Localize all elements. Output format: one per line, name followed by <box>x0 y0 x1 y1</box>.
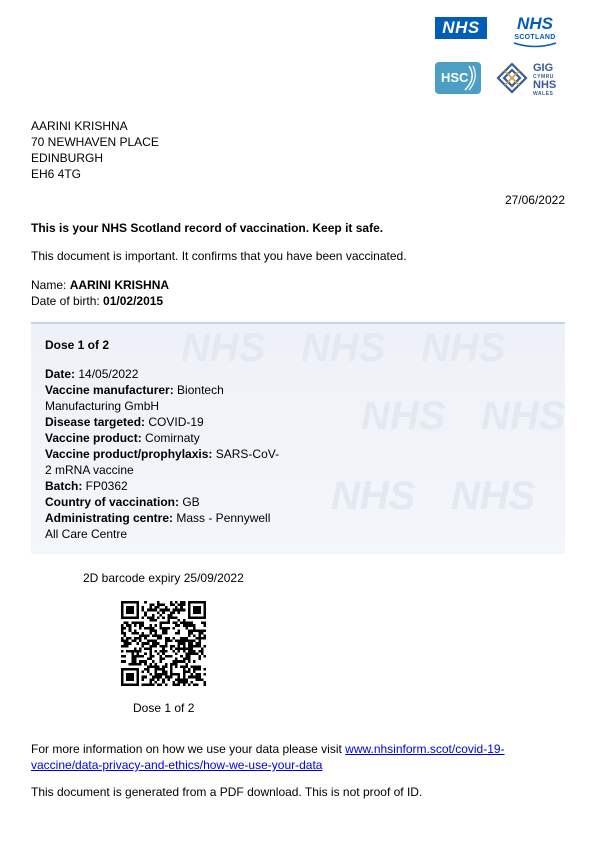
person-dob: 01/02/2015 <box>103 294 164 308</box>
watermark-text: NHS <box>301 326 386 370</box>
dose-record-panel: NHS NHS NHS NHS NHS NHS NHS Dose 1 of 2 … <box>31 322 565 554</box>
hsc-logo: HSC <box>435 62 481 94</box>
dose-field-value: GB <box>179 495 200 509</box>
dose-title: Dose 1 of 2 <box>45 338 110 352</box>
watermark-text: NHS <box>481 394 565 438</box>
dose-field-label: Administrating centre: <box>45 511 174 525</box>
dose-field-row: Vaccine product: Comirnaty <box>45 430 285 446</box>
swoosh-icon <box>513 42 557 48</box>
nhs-scotland-logo-sub: SCOTLAND <box>514 34 556 41</box>
data-use-info: For more information on how we use your … <box>31 741 561 773</box>
address-postcode: EH6 4TG <box>31 167 82 181</box>
footer-note: This document is generated from a PDF do… <box>31 785 423 799</box>
dose-field-row: Batch: FP0362 <box>45 478 285 494</box>
document-date: 27/06/2022 <box>504 193 565 207</box>
address-city: EDINBURGH <box>31 151 104 165</box>
nhs-logo: NHS <box>435 17 487 39</box>
dose-field-row: Administrating centre: Mass - Pennywell … <box>45 510 285 542</box>
dose-field-label: Vaccine product/prophylaxis: <box>45 447 213 461</box>
nhs-wales-logo: GIG CYMRU NHS WALES <box>495 60 565 98</box>
dose-field-value: FP0362 <box>82 479 128 493</box>
watermark-text: NHS <box>451 474 536 518</box>
dose-field-label: Country of vaccination: <box>45 495 180 509</box>
person-details: Name: AARINI KRISHNA Date of birth: 01/0… <box>31 277 169 309</box>
document-headline: This is your NHS Scotland record of vacc… <box>31 221 384 235</box>
dob-label: Date of birth: <box>31 294 104 308</box>
dose-field-label: Batch: <box>45 479 83 493</box>
qr-code-icon <box>121 601 206 686</box>
dose-field-row: Date: 14/05/2022 <box>45 366 285 382</box>
nhs-wales-text: GIG CYMRU NHS WALES <box>533 62 557 98</box>
wales-wales-text: WALES <box>533 91 554 97</box>
barcode-expiry: 2D barcode expiry 25/09/2022 <box>83 571 244 585</box>
person-name-row: Name: AARINI KRISHNA <box>31 277 169 293</box>
dose-field-value: 14/05/2022 <box>75 367 139 381</box>
qr-caption: Dose 1 of 2 <box>133 701 195 715</box>
wales-gig-text: GIG <box>533 62 554 74</box>
nhs-scotland-logo-main: NHS <box>517 14 553 33</box>
dose-field-value: COVID-19 <box>145 415 204 429</box>
dose-field-label: Disease targeted: <box>45 415 146 429</box>
address-name: AARINI KRISHNA <box>31 119 128 133</box>
dose-field-label: Vaccine manufacturer: <box>45 383 174 397</box>
data-use-info-text: For more information on how we use your … <box>31 742 346 756</box>
celtic-knot-icon <box>496 62 528 94</box>
dose-field-label: Vaccine product: <box>45 431 142 445</box>
nhs-scotland-logo: NHS SCOTLAND <box>506 15 564 48</box>
watermark-text: NHS <box>361 394 446 438</box>
hsc-swirl-icon <box>464 65 476 91</box>
dose-field-label: Date: <box>45 367 76 381</box>
person-name: AARINI KRISHNA <box>69 278 170 292</box>
dose-field-row: Vaccine manufacturer: Biontech Manufactu… <box>45 382 285 414</box>
dose-details: Date: 14/05/2022 Vaccine manufacturer: B… <box>45 366 285 542</box>
dose-field-row: Disease targeted: COVID-19 <box>45 414 285 430</box>
watermark-text: NHS <box>421 326 506 370</box>
dose-field-value: Comirnaty <box>141 431 200 445</box>
watermark-text: NHS <box>181 326 266 370</box>
dose-field-row: Vaccine product/prophylaxis: SARS-CoV-2 … <box>45 446 285 478</box>
watermark-text: NHS <box>331 474 416 518</box>
address-line1: 70 NEWHAVEN PLACE <box>31 135 159 149</box>
dose-field-row: Country of vaccination: GB <box>45 494 285 510</box>
recipient-address: AARINI KRISHNA 70 NEWHAVEN PLACE EDINBUR… <box>31 118 159 182</box>
intro-text: This document is important. It confirms … <box>31 249 407 263</box>
wales-nhs-text: NHS <box>533 79 557 91</box>
name-label: Name: <box>31 278 70 292</box>
person-dob-row: Date of birth: 01/02/2015 <box>31 293 169 309</box>
